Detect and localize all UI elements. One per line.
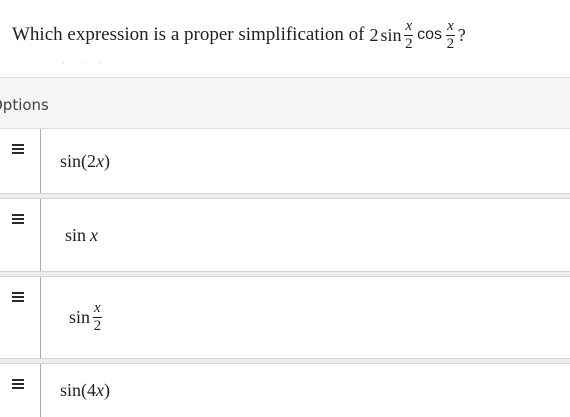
option-var: x — [90, 224, 99, 245]
fraction-numerator: x — [93, 300, 102, 318]
question-sin: sin — [380, 24, 402, 45]
fraction-denominator: 2 — [93, 318, 102, 334]
option-expression: sin ( 4 x ) — [60, 380, 110, 401]
question-fraction-1: x 2 — [404, 17, 414, 52]
faint-marks: · · · — [62, 58, 108, 69]
drag-handle[interactable] — [0, 129, 41, 193]
drag-handle-icon[interactable] — [12, 379, 24, 391]
option-expression: sin x — [65, 225, 98, 246]
drag-handle-icon[interactable] — [12, 292, 24, 304]
option-close-paren: ) — [104, 380, 111, 400]
options-header-label: Options — [0, 96, 49, 114]
option-expression: sin x 2 — [69, 301, 105, 334]
question-coefficient: 2 — [369, 24, 379, 45]
question-mark: ? — [457, 24, 466, 45]
option-fraction: x 2 — [93, 301, 102, 334]
option-fn: sin — [60, 380, 82, 400]
question-fraction-2: x 2 — [446, 17, 455, 52]
option-row-1[interactable]: sin ( 2 x ) — [0, 129, 570, 193]
question-prompt: Which expression is a proper simplificat… — [12, 24, 365, 45]
question-text: Which expression is a proper simplificat… — [12, 14, 466, 56]
option-row-2[interactable]: sin x — [0, 199, 570, 271]
fraction-numerator: x — [404, 17, 414, 36]
drag-handle-icon[interactable] — [12, 214, 24, 226]
fraction-numerator: x — [446, 17, 455, 36]
options-header: Options — [0, 77, 570, 129]
option-row-4[interactable]: sin ( 4 x ) — [0, 364, 570, 417]
option-var: x — [96, 150, 105, 171]
option-var: x — [96, 380, 105, 400]
option-fn: sin — [60, 150, 82, 171]
option-fn: sin — [65, 224, 87, 245]
option-content-2: sin x — [41, 199, 570, 271]
question-cos: cos — [417, 26, 443, 43]
option-coef: 2 — [87, 150, 97, 171]
drag-handle-icon[interactable] — [12, 144, 24, 156]
option-content-1: sin ( 2 x ) — [41, 129, 570, 193]
fraction-denominator: 2 — [405, 35, 413, 52]
option-close-paren: ) — [104, 150, 111, 171]
drag-handle[interactable] — [0, 199, 41, 271]
option-content-4: sin ( 4 x ) — [41, 364, 570, 417]
option-coef: 4 — [87, 380, 97, 400]
option-expression: sin ( 2 x ) — [60, 151, 110, 172]
option-content-3: sin x 2 — [41, 277, 570, 358]
fraction-denominator: 2 — [446, 35, 455, 52]
drag-handle[interactable] — [0, 277, 41, 358]
question-expression: 2 sin x 2 cos x 2 ? — [369, 17, 466, 52]
option-fn: sin — [69, 307, 91, 327]
drag-handle[interactable] — [0, 364, 41, 417]
option-row-3[interactable]: sin x 2 — [0, 277, 570, 358]
